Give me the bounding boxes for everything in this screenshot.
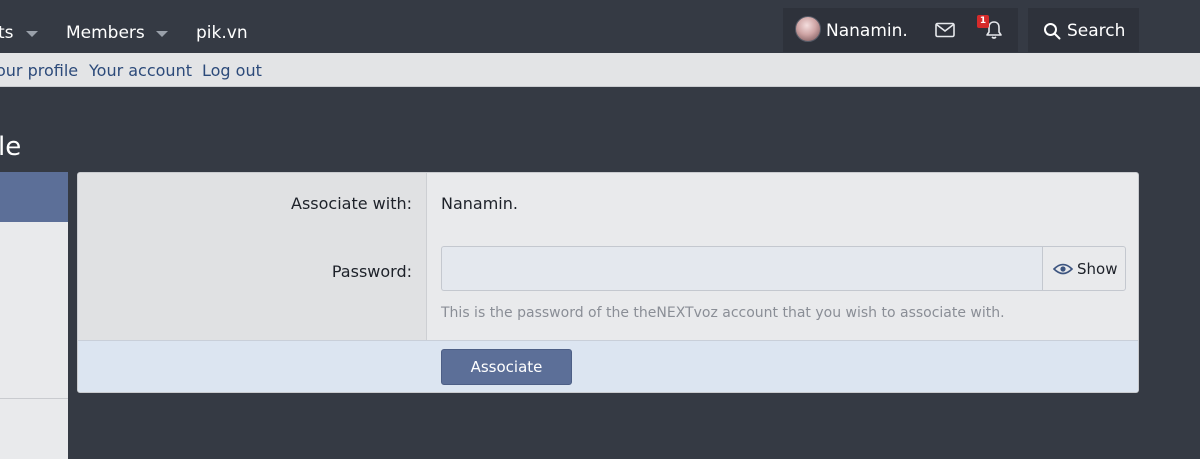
associate-with-value: Nanamin. bbox=[441, 194, 518, 213]
password-label: Password: bbox=[331, 262, 412, 281]
form-submit-row: Associate bbox=[78, 340, 1138, 392]
password-hint: This is the password of the theNEXTvoz a… bbox=[441, 305, 1005, 321]
nav-item-pik[interactable]: pik.vn bbox=[196, 22, 248, 44]
associate-with-label: Associate with: bbox=[291, 194, 412, 213]
show-password-button[interactable]: Show bbox=[1042, 246, 1126, 291]
nav-item-members[interactable]: Members bbox=[66, 22, 145, 44]
chevron-down-icon[interactable] bbox=[26, 31, 38, 37]
associate-form: Associate with: Nanamin. Password: Show … bbox=[77, 172, 1139, 393]
page-title: le bbox=[0, 132, 22, 162]
chevron-down-icon[interactable] bbox=[156, 31, 168, 37]
sidebar-item-active[interactable] bbox=[0, 172, 68, 222]
nav-item-forums[interactable]: ts bbox=[0, 22, 14, 44]
show-password-label: Show bbox=[1077, 260, 1118, 278]
eye-icon bbox=[1052, 261, 1074, 280]
associate-button[interactable]: Associate bbox=[441, 349, 572, 385]
avatar[interactable] bbox=[795, 16, 821, 42]
envelope-icon[interactable] bbox=[935, 22, 955, 42]
subnav-your-profile[interactable]: our profile bbox=[0, 61, 78, 81]
subnav-your-account[interactable]: Your account bbox=[89, 61, 192, 81]
subnav-log-out[interactable]: Log out bbox=[202, 61, 262, 81]
username[interactable]: Nanamin. bbox=[826, 20, 908, 42]
search-label[interactable]: Search bbox=[1067, 20, 1125, 42]
notification-badge: 1 bbox=[977, 15, 989, 28]
search-icon[interactable] bbox=[1043, 22, 1061, 44]
password-field[interactable] bbox=[441, 246, 1042, 291]
sidebar-divider bbox=[0, 398, 68, 399]
top-navigation-bar bbox=[0, 0, 1200, 53]
